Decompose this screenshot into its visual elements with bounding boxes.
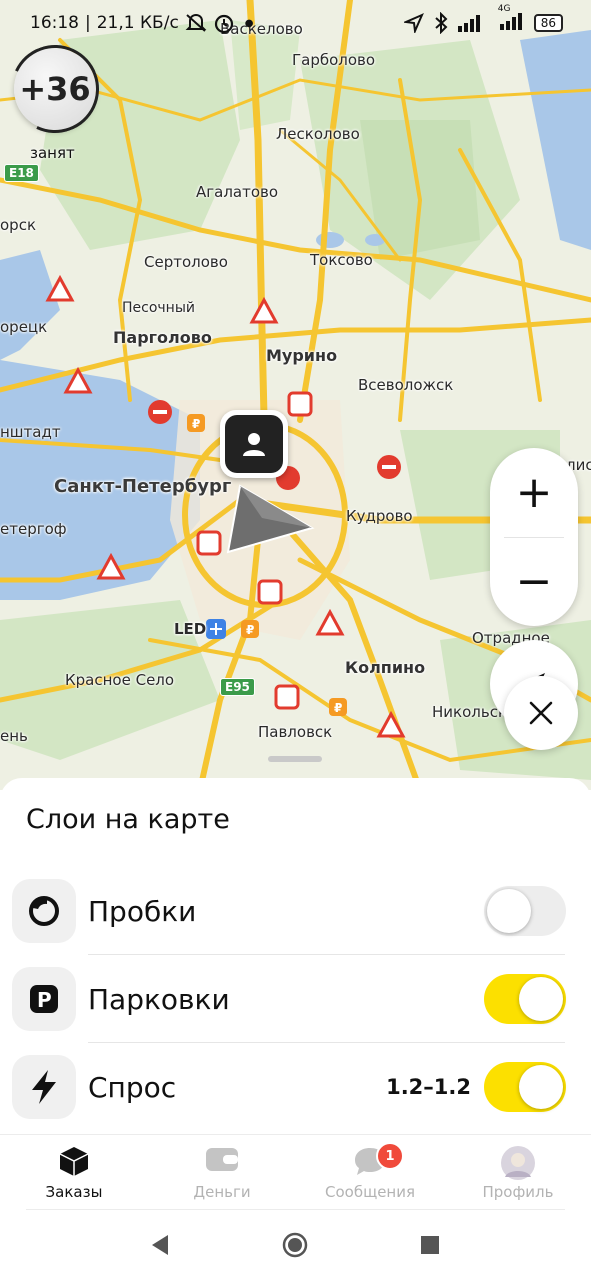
sheet-handle[interactable] <box>268 756 322 762</box>
layer-row-demand[interactable]: Спрос 1.2–1.2 <box>12 1044 566 1132</box>
place-label: орск <box>0 216 37 234</box>
sheet-title: Слои на карте <box>26 804 230 835</box>
tab-messages[interactable]: 1 Сообщения <box>296 1142 444 1213</box>
status-net-speed: 21,1 КБ/с <box>96 13 179 33</box>
avatar-icon <box>501 1146 535 1180</box>
dot-icon: ● <box>244 17 254 29</box>
place-label: LED <box>174 620 207 638</box>
traffic-toggle[interactable] <box>484 886 566 936</box>
bluetooth-icon <box>435 12 448 34</box>
place-label: Колпино <box>345 658 426 677</box>
layer-label: Парковки <box>88 983 230 1016</box>
place-label: Агалатово <box>196 183 279 201</box>
tab-label: Деньги <box>193 1183 251 1201</box>
place-label: Токсово <box>310 251 373 269</box>
parking-toggle[interactable] <box>484 974 566 1024</box>
unread-badge: 1 <box>376 1142 404 1170</box>
home-icon[interactable] <box>282 1232 308 1258</box>
divider <box>88 954 565 955</box>
map[interactable]: ₽ ₽ ₽ Васкелово Гарболово Лесколово Агал… <box>0 0 591 790</box>
toggle-knob <box>519 977 563 1021</box>
signal-icon <box>457 15 480 32</box>
zoom-controls: + − <box>490 448 578 626</box>
place-label: Лесколово <box>276 125 360 143</box>
layer-row-parking[interactable]: P Парковки <box>12 956 566 1044</box>
place-label: нштадт <box>0 423 61 441</box>
signal-icon-2 <box>499 13 522 30</box>
layer-label: Пробки <box>88 895 197 928</box>
wallet-icon <box>206 1148 238 1171</box>
signal-4g: 4G <box>494 4 524 34</box>
route-shield: E95 <box>220 678 255 696</box>
place-label: ень <box>0 727 28 745</box>
status-separator: | <box>85 13 91 33</box>
layers-sheet: Слои на карте Пробки P Парковки Спрос 1.… <box>0 778 591 1138</box>
svg-text:₽: ₽ <box>192 417 200 431</box>
place-label: Павловск <box>258 723 333 741</box>
mute-bell-icon <box>185 13 207 32</box>
place-label: Парголово <box>113 328 212 347</box>
demand-toggle[interactable] <box>484 1062 566 1112</box>
place-label: Мурино <box>266 346 338 365</box>
toggle-knob <box>487 889 531 933</box>
system-nav-bar <box>0 1209 591 1280</box>
svg-text:₽: ₽ <box>334 701 342 715</box>
close-layers-button[interactable] <box>504 676 578 750</box>
place-label: Всеволожск <box>358 376 454 394</box>
zoom-out-button[interactable]: − <box>490 537 578 626</box>
tab-bar: Заказы Деньги 1 Сообщения Профиль <box>0 1134 591 1215</box>
driver-rating-badge[interactable]: +36 <box>14 48 96 130</box>
place-label: Сертолово <box>144 253 228 271</box>
layer-label: Спрос <box>88 1071 177 1104</box>
tab-profile[interactable]: Профиль <box>444 1143 591 1213</box>
zoom-in-button[interactable]: + <box>490 448 578 537</box>
parking-icon: P <box>12 967 76 1031</box>
place-label: Кудрово <box>346 507 413 525</box>
location-arrow-icon <box>403 13 424 33</box>
alarm-icon <box>214 14 233 34</box>
tab-orders[interactable]: Заказы <box>0 1143 148 1213</box>
back-icon[interactable] <box>150 1234 170 1256</box>
status-right: 4G 86 <box>403 4 563 34</box>
layer-row-traffic[interactable]: Пробки <box>12 868 566 956</box>
status-time: 16:18 <box>30 13 79 33</box>
recents-icon[interactable] <box>420 1235 440 1255</box>
nav-divider <box>26 1209 565 1210</box>
person-icon <box>243 433 265 456</box>
traffic-icon <box>12 879 76 943</box>
place-label: Гарболово <box>292 51 376 69</box>
status-bar: 16:18 | 21,1 КБ/с ● 4G 86 <box>0 0 591 50</box>
driver-status: занят <box>30 144 75 162</box>
tab-label: Сообщения <box>324 1183 415 1201</box>
place-label: орецк <box>0 318 48 336</box>
route-shield: E18 <box>4 164 39 182</box>
tab-money[interactable]: Деньги <box>148 1143 296 1213</box>
place-label-city: Санкт-Петербург <box>54 476 232 497</box>
lightning-icon <box>12 1055 76 1119</box>
status-left: 16:18 | 21,1 КБ/с ● <box>30 12 254 34</box>
orders-icon <box>59 1147 89 1176</box>
place-label: Песочный <box>122 300 195 316</box>
user-location-pin[interactable] <box>220 410 288 478</box>
place-label: етергоф <box>0 520 67 538</box>
toggle-knob <box>519 1065 563 1109</box>
close-icon <box>529 701 553 725</box>
zoom-divider <box>504 537 564 538</box>
place-label: Красное Село <box>65 671 175 689</box>
network-type: 4G <box>497 4 511 14</box>
tab-label: Заказы <box>45 1183 103 1201</box>
tab-label: Профиль <box>482 1183 554 1201</box>
svg-text:P: P <box>37 988 52 1012</box>
battery-indicator: 86 <box>533 14 563 32</box>
demand-value: 1.2–1.2 <box>386 1075 471 1099</box>
svg-text:₽: ₽ <box>246 623 254 637</box>
divider <box>88 1042 565 1043</box>
